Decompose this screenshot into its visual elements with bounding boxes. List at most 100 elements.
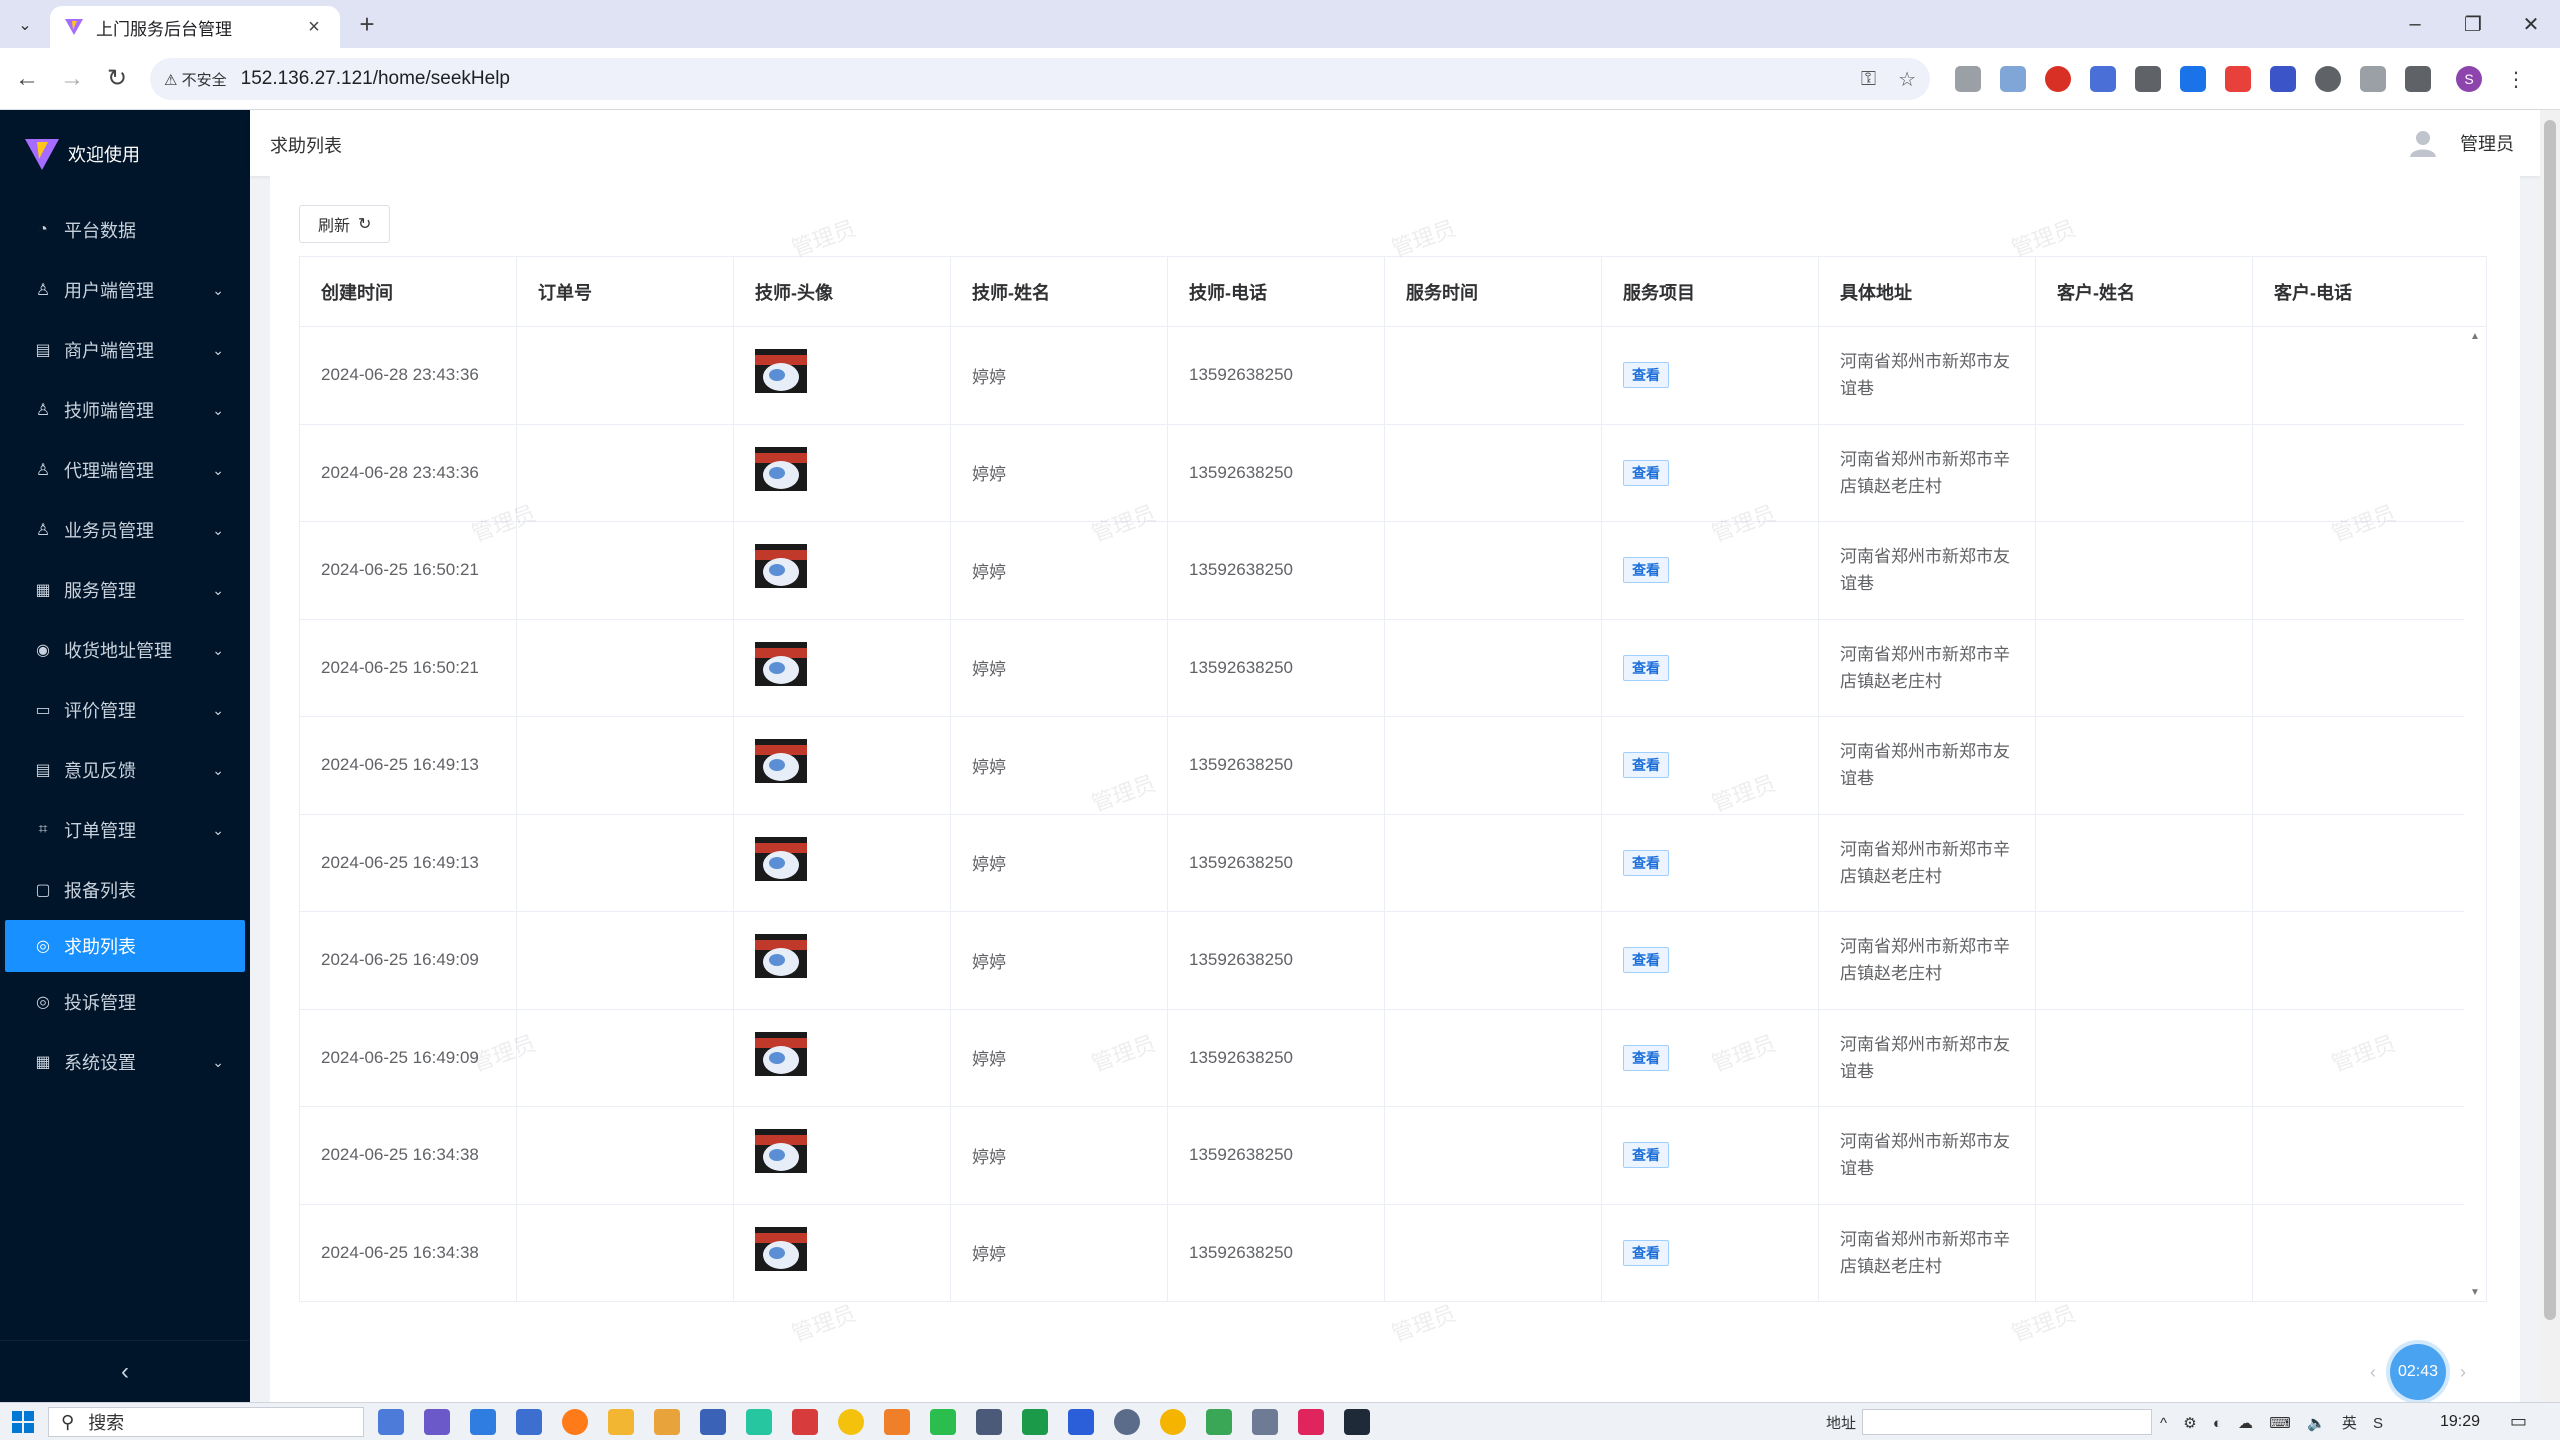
technician-avatar[interactable] xyxy=(755,544,807,597)
sidebar-item[interactable]: ▢ 报备列表 xyxy=(0,860,250,920)
sidebar-item[interactable]: ♙ 用户端管理 ⌄ xyxy=(0,260,250,320)
app-icon[interactable] xyxy=(700,1409,726,1435)
table-row[interactable]: 2024-06-25 16:34:38 婷婷 13592638250 查看 河南省郑州市… xyxy=(300,1107,2486,1205)
user-menu[interactable]: 管理员 xyxy=(2408,128,2514,158)
folder-icon[interactable] xyxy=(608,1409,634,1435)
view-button[interactable]: 查看 xyxy=(1623,654,1669,681)
scroll-up-icon[interactable]: ▲ xyxy=(2470,331,2480,342)
view-button[interactable]: 查看 xyxy=(1623,1239,1669,1266)
table-row[interactable]: 2024-06-28 23:43:36 婷婷 13592638250 查看 河南省郑州市… xyxy=(300,327,2486,425)
sidebar-item[interactable]: ⌗ 订单管理 ⌄ xyxy=(0,800,250,860)
browser-tab[interactable]: 上门服务后台管理 × xyxy=(50,6,340,48)
table-row[interactable]: 2024-06-28 23:43:36 婷婷 13592638250 查看 河南省郑州市… xyxy=(300,424,2486,522)
table-row[interactable]: 2024-06-25 16:49:13 婷婷 13592638250 查看 河南省郑州市… xyxy=(300,717,2486,815)
app-icon[interactable] xyxy=(516,1409,542,1435)
table-row[interactable]: 2024-06-25 16:34:38 婷婷 13592638250 查看 河南省郑州市… xyxy=(300,1204,2486,1301)
table-row[interactable]: 2024-06-25 16:50:21 婷婷 13592638250 查看 河南省郑州市… xyxy=(300,522,2486,620)
address-bar[interactable]: ⚠ 不安全 152.136.27.121/home/seekHelp ⚿ ☆ xyxy=(150,58,1930,100)
tab-search-button[interactable]: ⌄ xyxy=(10,10,40,40)
view-button[interactable]: 查看 xyxy=(1623,459,1669,486)
files-icon[interactable] xyxy=(654,1409,680,1435)
reload-icon[interactable]: ↻ xyxy=(100,62,134,96)
table-row[interactable]: 2024-06-25 16:50:21 婷婷 13592638250 查看 河南省郑州市… xyxy=(300,619,2486,717)
firefox-icon[interactable] xyxy=(562,1409,588,1435)
username[interactable]: 管理员 xyxy=(2460,130,2514,156)
view-button[interactable]: 查看 xyxy=(1623,557,1669,584)
prev-page-icon[interactable]: ‹ xyxy=(2370,1362,2376,1383)
restore-button[interactable]: ❐ xyxy=(2444,0,2502,48)
app-icon[interactable] xyxy=(1252,1409,1278,1435)
sidebar-item[interactable]: ◉ 收货地址管理 ⌄ xyxy=(0,620,250,680)
shield-extension-icon[interactable] xyxy=(2045,66,2071,92)
app-icon[interactable] xyxy=(746,1409,772,1435)
app-icon[interactable] xyxy=(1160,1409,1186,1435)
page-scrollbar[interactable] xyxy=(2540,110,2560,1402)
badge-extension-icon[interactable] xyxy=(2270,66,2296,92)
next-page-icon[interactable]: › xyxy=(2460,1362,2466,1383)
browser-menu-icon[interactable]: ⋮ xyxy=(2506,67,2526,92)
tab-close-icon[interactable]: × xyxy=(302,16,326,39)
chrome-icon[interactable] xyxy=(838,1409,864,1435)
windows-start-icon[interactable] xyxy=(12,1411,34,1433)
terminal-icon[interactable] xyxy=(1344,1409,1370,1435)
table-row[interactable]: 2024-06-25 16:49:09 婷婷 13592638250 查看 河南省郑州市… xyxy=(300,1009,2486,1107)
minimize-button[interactable]: – xyxy=(2386,0,2444,48)
table-scrollbar[interactable]: ▲ ▼ xyxy=(2464,327,2486,1301)
view-button[interactable]: 查看 xyxy=(1623,947,1669,974)
avatar-icon[interactable] xyxy=(2408,128,2438,158)
technician-avatar[interactable] xyxy=(755,349,807,402)
view-button[interactable]: 查看 xyxy=(1623,849,1669,876)
sidebar-item[interactable]: ◔ 平台数据 xyxy=(0,200,250,260)
view-button[interactable]: 查看 xyxy=(1623,1044,1669,1071)
translate-extension-icon[interactable] xyxy=(2180,66,2206,92)
technician-avatar[interactable] xyxy=(755,1226,807,1279)
sidebar-item[interactable]: ▦ 系统设置 ⌄ xyxy=(0,1032,250,1092)
technician-avatar[interactable] xyxy=(755,836,807,889)
network-extension-icon[interactable] xyxy=(2090,66,2116,92)
scroll-down-icon[interactable]: ▼ xyxy=(2470,1287,2480,1298)
puzzle-extensions-icon[interactable] xyxy=(2405,66,2431,92)
wps-icon[interactable] xyxy=(792,1409,818,1435)
search-extension-icon[interactable] xyxy=(2315,66,2341,92)
app-icon[interactable] xyxy=(424,1409,450,1435)
copy-extension-icon[interactable] xyxy=(2135,66,2161,92)
red-extension-icon[interactable] xyxy=(2225,66,2251,92)
sidebar-item[interactable]: ◎ 投诉管理 xyxy=(0,972,250,1032)
view-button[interactable]: 查看 xyxy=(1623,362,1669,389)
sidebar-item[interactable]: ♙ 技师端管理 ⌄ xyxy=(0,380,250,440)
camera-extension-icon[interactable] xyxy=(1955,66,1981,92)
chat-icon[interactable] xyxy=(1114,1409,1140,1435)
sidebar-item[interactable]: ♙ 代理端管理 ⌄ xyxy=(0,440,250,500)
app-icon[interactable] xyxy=(1298,1409,1324,1435)
technician-avatar[interactable] xyxy=(755,641,807,694)
technician-avatar[interactable] xyxy=(755,1129,807,1182)
profile-avatar[interactable]: S xyxy=(2456,66,2482,92)
refresh-button[interactable]: 刷新 ↻ xyxy=(299,205,391,243)
app-icon[interactable] xyxy=(378,1409,404,1435)
app-icon[interactable] xyxy=(1206,1409,1232,1435)
app-icon[interactable] xyxy=(470,1409,496,1435)
technician-avatar[interactable] xyxy=(755,1031,807,1084)
not-secure-badge[interactable]: ⚠ 不安全 xyxy=(164,69,227,90)
sidebar-item[interactable]: ▤ 意见反馈 ⌄ xyxy=(0,740,250,800)
close-window-button[interactable]: ✕ xyxy=(2502,0,2560,48)
collapse-sidebar-button[interactable]: ‹ xyxy=(0,1340,250,1402)
view-button[interactable]: 查看 xyxy=(1623,752,1669,779)
sidebar-item[interactable]: ▭ 评价管理 ⌄ xyxy=(0,680,250,740)
view-button[interactable]: 查看 xyxy=(1623,1142,1669,1169)
app-icon[interactable] xyxy=(884,1409,910,1435)
table-row[interactable]: 2024-06-25 16:49:09 婷婷 13592638250 查看 河南省郑州市… xyxy=(300,912,2486,1010)
sidebar-item[interactable]: ▦ 服务管理 ⌄ xyxy=(0,560,250,620)
technician-avatar[interactable] xyxy=(755,446,807,499)
taskbar-search[interactable]: ⚲ 搜索 xyxy=(48,1407,364,1437)
page-scrollbar-thumb[interactable] xyxy=(2544,120,2556,1320)
app-icon[interactable] xyxy=(1022,1409,1048,1435)
technician-avatar[interactable] xyxy=(755,934,807,987)
system-tray[interactable]: ^ ⚙ ◐ ☁ ⌨ 🔈 英 S xyxy=(2160,1412,2389,1433)
image-extension-icon[interactable] xyxy=(2000,66,2026,92)
technician-avatar[interactable] xyxy=(755,739,807,792)
notification-icon[interactable]: ▭ xyxy=(2510,1411,2527,1432)
taskbar-clock[interactable]: 19:29 xyxy=(2440,1413,2480,1431)
taskbar-address-input[interactable] xyxy=(1862,1409,2152,1435)
sidebar-item[interactable]: ♙ 业务员管理 ⌄ xyxy=(0,500,250,560)
